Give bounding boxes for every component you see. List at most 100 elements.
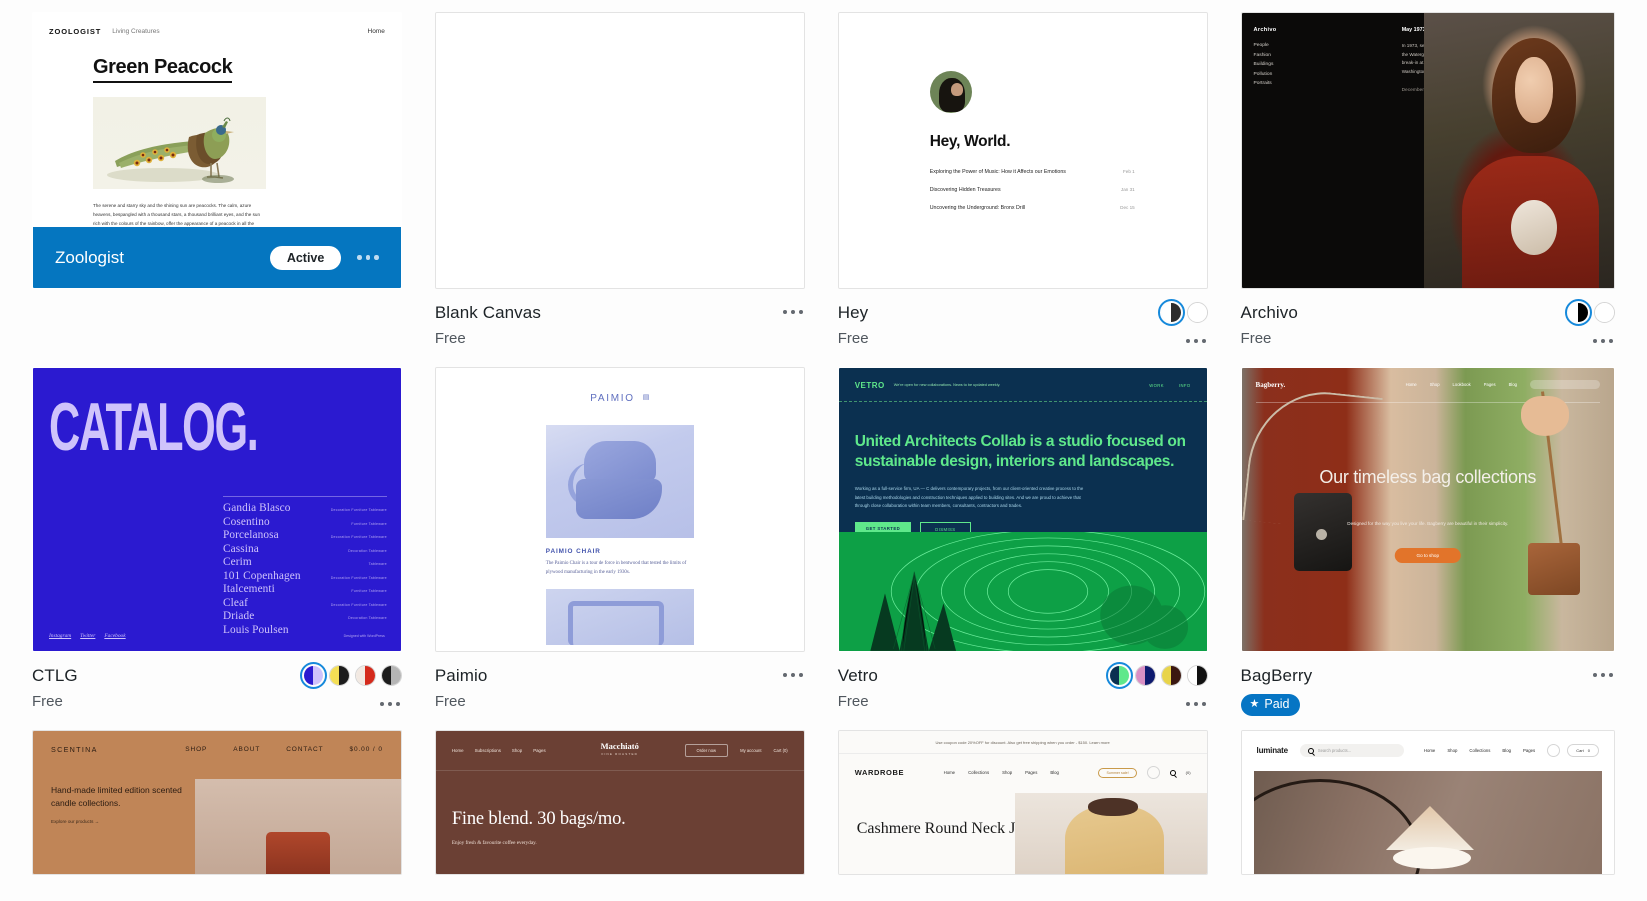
- preview-logo-sub: FINE ROASTED: [601, 752, 639, 756]
- ellipsis-icon[interactable]: [357, 255, 379, 260]
- theme-card-bagberry[interactable]: Bagberry. Home Shop Lookbook Pages Blog: [1240, 367, 1615, 730]
- ellipsis-icon[interactable]: [1592, 339, 1613, 343]
- preview-nav: WARDROBE Home Collections Shop Pages Blo…: [839, 754, 1207, 791]
- order-now-button: Order now: [684, 744, 729, 757]
- preview-tagline: We're open for new collaborations. News …: [893, 382, 1001, 387]
- brand-meta: Decoration Furniture Tableware: [330, 535, 387, 539]
- ellipsis-icon[interactable]: [782, 310, 803, 314]
- theme-card-blank-canvas[interactable]: Blank Canvas Free: [434, 12, 805, 367]
- active-theme-bar: Zoologist Active: [33, 227, 401, 288]
- preview-post-list: Exploring the Power of Music: How it Aff…: [930, 169, 1135, 211]
- theme-preview-ctlg[interactable]: CATALOG. Gandia Blasco Decoration Furnitu…: [32, 367, 402, 652]
- brand-meta: Decoration Tableware: [348, 548, 387, 553]
- theme-card-archivo[interactable]: Archivo People Fashion Buildings Polluti…: [1240, 12, 1615, 367]
- nav-link-home: Home: [943, 770, 956, 775]
- theme-preview-blank-canvas[interactable]: [434, 12, 805, 289]
- color-swatch[interactable]: [354, 665, 376, 686]
- color-palette-swatches[interactable]: [1105, 662, 1208, 689]
- peacock-illustration: [93, 97, 266, 189]
- theme-preview-vetro[interactable]: VETRO We're open for new collaborations.…: [837, 367, 1208, 652]
- theme-name: Zoologist: [55, 247, 124, 267]
- theme-card-zoologist[interactable]: ZOOLOGIST Living Creatures Home Green Pe…: [32, 12, 402, 367]
- theme-preview-wardrobe[interactable]: Use coupon code 20%OFF for discount. Als…: [837, 730, 1208, 875]
- theme-card-vetro[interactable]: VETRO We're open for new collaborations.…: [837, 367, 1208, 730]
- color-swatch[interactable]: [1186, 302, 1208, 323]
- color-swatch[interactable]: [1160, 665, 1182, 686]
- ellipsis-icon[interactable]: [379, 702, 400, 706]
- color-palette-swatches[interactable]: [1157, 299, 1208, 326]
- color-swatch[interactable]: [380, 665, 402, 686]
- preview-logo: WARDROBE: [854, 768, 905, 777]
- card-footer-blank-canvas: Blank Canvas Free: [435, 289, 805, 367]
- theme-price: Free: [1240, 330, 1272, 347]
- theme-card-macchiato[interactable]: Home Subscriptions Shop Pages Order now …: [434, 730, 805, 875]
- color-swatch[interactable]: [1564, 299, 1592, 326]
- color-swatch[interactable]: [1593, 302, 1615, 323]
- preview-title: Green Peacock: [93, 56, 233, 83]
- nav-link-contact: CONTACT: [286, 746, 324, 753]
- status-badge-paid: ★ Paid: [1240, 694, 1301, 716]
- color-swatch[interactable]: [1186, 665, 1208, 686]
- preview-nav: Bagberry. Home Shop Lookbook Pages Blog: [1242, 368, 1614, 401]
- nav-link-shop: Shop: [511, 748, 523, 753]
- card-footer-archivo: Archivo Free: [1241, 289, 1615, 367]
- preview-nav: VETRO We're open for new collaborations.…: [838, 368, 1207, 402]
- ellipsis-icon[interactable]: [1185, 339, 1206, 343]
- preview-logo: ZOOLOGIST: [49, 27, 102, 36]
- product-description: The Paimio Chair is a tour de force in b…: [545, 561, 687, 575]
- theme-card-wardrobe[interactable]: Use coupon code 20%OFF for discount. Als…: [837, 730, 1208, 875]
- color-swatch[interactable]: [1105, 662, 1133, 689]
- brand-name: Cleaf: [223, 596, 248, 609]
- nav-link-info: INFO: [1178, 383, 1191, 388]
- list-item: Pollution: [1253, 71, 1273, 77]
- color-swatch[interactable]: [1134, 665, 1156, 686]
- card-footer-bagberry: BagBerry ★ Paid: [1240, 652, 1615, 730]
- list-item: Cleaf Decoration Furniture Tableware: [223, 597, 387, 609]
- ellipsis-icon[interactable]: [782, 673, 803, 677]
- theme-price: Free: [837, 693, 869, 710]
- theme-card-luminate[interactable]: luminate Search products... Home Shop Co…: [1240, 730, 1615, 875]
- product-bag-black: [1293, 492, 1352, 571]
- nav-link-about: ABOUT: [233, 746, 261, 753]
- theme-card-paimio[interactable]: PAIMIO ▤ PAIMIO CHAIR The Paimio Chair is…: [434, 367, 805, 730]
- theme-price: Free: [434, 330, 466, 347]
- theme-preview-bagberry[interactable]: Bagberry. Home Shop Lookbook Pages Blog: [1240, 367, 1615, 652]
- preview-photo: [1253, 771, 1602, 874]
- color-swatch[interactable]: [1157, 299, 1185, 326]
- nav-link-collections: Collections: [968, 770, 990, 775]
- theme-preview-luminate[interactable]: luminate Search products... Home Shop Co…: [1240, 730, 1615, 875]
- nav-link-home: Home: [451, 748, 464, 753]
- theme-preview-macchiato[interactable]: Home Subscriptions Shop Pages Order now …: [434, 730, 805, 875]
- brand-meta: Decoration Furniture Tableware: [330, 575, 387, 580]
- preview-nav: Home Subscriptions Shop Pages Order now …: [435, 731, 804, 771]
- ellipsis-icon[interactable]: [1592, 673, 1613, 677]
- nav-link-work: WORK: [1149, 383, 1164, 388]
- preview-logo: VETRO: [854, 381, 885, 390]
- nav-link-shop: Shop: [1447, 748, 1458, 753]
- theme-gallery: ZOOLOGIST Living Creatures Home Green Pe…: [0, 0, 1647, 875]
- theme-preview-zoologist[interactable]: ZOOLOGIST Living Creatures Home Green Pe…: [32, 12, 402, 289]
- theme-preview-paimio[interactable]: PAIMIO ▤ PAIMIO CHAIR The Paimio Chair is…: [434, 367, 805, 652]
- theme-card-scentina[interactable]: SCENTINA SHOP ABOUT CONTACT $0.00 / 0 Ha…: [32, 730, 402, 875]
- brand-name: Porcelanosa: [223, 529, 279, 541]
- preview-header: ZOOLOGIST Living Creatures Home: [33, 13, 401, 36]
- avatar: [929, 71, 972, 113]
- color-palette-swatches[interactable]: [1564, 299, 1615, 326]
- star-icon: ★: [1249, 698, 1260, 710]
- social-link-instagram: Instagram: [49, 633, 72, 639]
- search-icon: [1307, 747, 1314, 754]
- color-palette-swatches[interactable]: [299, 662, 402, 689]
- theme-preview-scentina[interactable]: SCENTINA SHOP ABOUT CONTACT $0.00 / 0 Ha…: [32, 730, 402, 875]
- color-swatch[interactable]: [328, 665, 350, 686]
- list-item: Cerim Tableware: [223, 556, 387, 568]
- brand-name: Louis Poulsen: [223, 623, 289, 636]
- theme-card-ctlg[interactable]: CATALOG. Gandia Blasco Decoration Furnitu…: [32, 367, 402, 730]
- preview-heading: Fine blend. 30 bags/mo.: [451, 809, 626, 829]
- preview-nav: SCENTINA SHOP ABOUT CONTACT $0.00 / 0: [33, 731, 401, 768]
- preview-body: Designed for the way you live your life.…: [1347, 521, 1509, 526]
- theme-preview-hey[interactable]: Hey, World. Exploring the Power of Music…: [837, 12, 1208, 289]
- color-swatch[interactable]: [299, 662, 327, 689]
- theme-card-hey[interactable]: Hey, World. Exploring the Power of Music…: [837, 12, 1208, 367]
- theme-preview-archivo[interactable]: Archivo People Fashion Buildings Polluti…: [1240, 12, 1615, 289]
- ellipsis-icon[interactable]: [1185, 702, 1206, 706]
